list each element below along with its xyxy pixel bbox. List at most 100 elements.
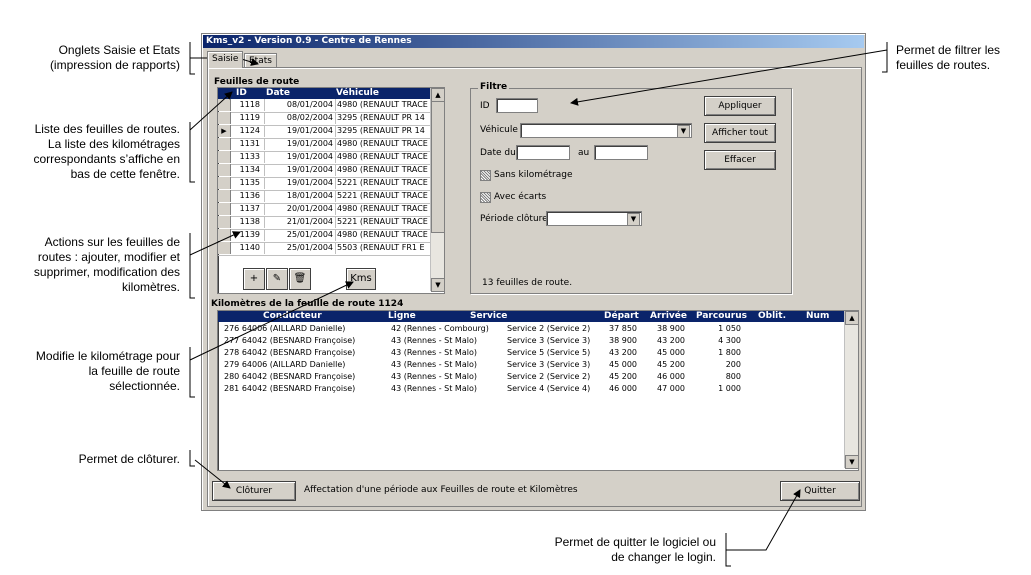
row-selector[interactable] — [218, 99, 231, 111]
afficher-tout-button[interactable]: Afficher tout — [704, 123, 776, 143]
callout-line: supprimer, modification des — [33, 265, 180, 279]
cloturer-button[interactable]: Clôturer — [212, 481, 296, 501]
feuilles-list[interactable]: ID Date Véhicule 1118 08/01/2004 4980 (REN… — [217, 87, 445, 294]
callout-line: kilomètres. — [121, 280, 180, 294]
row-selector[interactable] — [218, 164, 231, 176]
scroll-up-icon[interactable]: ▲ — [845, 311, 859, 325]
table-row[interactable]: 281 64042 (BESNARD Françoise) 43 (Rennes … — [221, 383, 841, 394]
table-row[interactable]: 276 64006 (AILLARD Danielle) 42 (Rennes -… — [221, 323, 841, 334]
appliquer-button[interactable]: Appliquer — [704, 96, 776, 116]
table-row[interactable]: 1139 25/01/2004 4980 (RENAULT TRACE — [218, 229, 430, 243]
cell-parcourus: 1 800 — [718, 348, 741, 357]
row-selector[interactable] — [218, 138, 231, 150]
callout-line: sélectionnée. — [109, 379, 180, 393]
cell-date: 18/01/2004 — [264, 190, 335, 202]
callout-line: routes : ajouter, modifier et — [37, 250, 180, 264]
cell-service: Service 2 (Service 2) — [507, 324, 591, 333]
row-selector[interactable]: ▶ — [218, 125, 231, 137]
table-row[interactable]: 1119 08/02/2004 3295 (RENAULT PR 14 — [218, 112, 430, 126]
table-row[interactable]: 1133 19/01/2004 4980 (RENAULT TRACE — [218, 151, 430, 165]
km-list[interactable]: Conducteur Ligne Service Départ Arrivée … — [217, 310, 859, 471]
callout-line: feuilles de routes. — [896, 58, 991, 72]
table-row[interactable]: 1136 18/01/2004 5221 (RENAULT TRACE — [218, 190, 430, 204]
row-selector[interactable] — [218, 112, 231, 124]
effacer-button[interactable]: Effacer — [704, 150, 776, 170]
cell-parcourus: 1 050 — [718, 324, 741, 333]
feuilles-scrollbar[interactable]: ▲ ▼ — [430, 88, 445, 292]
table-row[interactable]: 277 64042 (BESNARD Françoise) 43 (Rennes … — [221, 335, 841, 346]
cell-ligne: 43 (Rennes - St Malo) — [391, 372, 477, 381]
callout-cloturer: Permet de clôturer. — [0, 452, 180, 467]
row-selector[interactable] — [218, 177, 231, 189]
cell-date: 19/01/2004 — [264, 151, 335, 163]
scroll-down-icon[interactable]: ▼ — [431, 278, 445, 292]
date-au-input[interactable] — [594, 145, 648, 160]
cell-date: 08/01/2004 — [264, 99, 335, 111]
col-depart: Départ — [604, 311, 639, 321]
avec-ecarts-checkbox[interactable] — [480, 192, 491, 203]
cell-id: 1137 — [239, 204, 260, 213]
table-row[interactable]: 1140 25/01/2004 5503 (RENAULT FR1 E — [218, 242, 430, 256]
periode-select[interactable]: ▼ — [546, 211, 642, 226]
scroll-down-icon[interactable]: ▼ — [845, 455, 859, 469]
sans-km-checkbox[interactable] — [480, 170, 491, 181]
vehicule-select[interactable]: ▼ — [520, 123, 692, 138]
row-selector[interactable] — [218, 151, 231, 163]
cell-depart: 46 000 — [609, 384, 637, 393]
row-selector[interactable] — [218, 229, 231, 241]
cell-arrivee: 45 000 — [657, 348, 685, 357]
delete-feuille-button[interactable]: 🗑 — [289, 268, 311, 290]
add-feuille-button[interactable]: + — [243, 268, 265, 290]
callout-line: Permet de filtrer les — [896, 43, 1001, 57]
feuilles-title: Feuilles de route — [214, 77, 300, 87]
table-row[interactable]: 279 64006 (AILLARD Danielle) 43 (Rennes -… — [221, 359, 841, 370]
table-row[interactable]: 1118 08/01/2004 4980 (RENAULT TRACE — [218, 99, 430, 113]
table-row[interactable]: 1135 19/01/2004 5221 (RENAULT TRACE — [218, 177, 430, 191]
chevron-down-icon[interactable]: ▼ — [627, 213, 640, 226]
km-scrollbar[interactable]: ▲ ▼ — [844, 311, 859, 469]
callout-line: de changer le login. — [611, 550, 716, 564]
cell-vehicule: 5221 (RENAULT TRACE — [335, 190, 432, 202]
km-header: Conducteur Ligne Service Départ Arrivée … — [218, 311, 844, 332]
cell-ligne: 43 (Rennes - St Malo) — [391, 384, 477, 393]
table-row[interactable]: 1137 20/01/2004 4980 (RENAULT TRACE — [218, 203, 430, 217]
km-title: Kilomètres de la feuille de route 1124 — [211, 299, 404, 309]
date-du-input[interactable] — [516, 145, 570, 160]
tab-saisie[interactable]: Saisie — [207, 51, 244, 68]
filtre-group — [470, 88, 792, 294]
row-selector[interactable] — [218, 190, 231, 202]
row-selector[interactable] — [218, 216, 231, 228]
scroll-up-icon[interactable]: ▲ — [431, 88, 445, 102]
table-row[interactable]: 280 64042 (BESNARD Françoise) 43 (Rennes … — [221, 371, 841, 382]
table-row[interactable]: 1134 19/01/2004 4980 (RENAULT TRACE — [218, 164, 430, 178]
table-row[interactable]: 1131 19/01/2004 4980 (RENAULT TRACE — [218, 138, 430, 152]
scroll-thumb[interactable] — [431, 101, 445, 233]
cell-service: Service 5 (Service 5) — [507, 348, 591, 357]
cell-id: 1119 — [239, 113, 260, 122]
tab-etats[interactable]: Etats — [244, 53, 277, 68]
cell-ligne: 42 (Rennes - Combourg) — [391, 324, 489, 333]
table-row[interactable]: ▶ 1124 19/01/2004 3295 (RENAULT PR 14 — [218, 125, 430, 139]
kms-button[interactable]: Kms — [346, 268, 376, 290]
cell-depart: 43 200 — [609, 348, 637, 357]
id-input[interactable] — [496, 98, 538, 113]
table-row[interactable]: 1138 21/01/2004 5221 (RENAULT TRACE — [218, 216, 430, 230]
edit-feuille-button[interactable]: ✎ — [266, 268, 288, 290]
callout-actions: Actions sur les feuilles de routes : ajo… — [0, 235, 180, 295]
cell-date: 21/01/2004 — [264, 216, 335, 228]
cell-service: Service 2 (Service 2) — [507, 372, 591, 381]
callout-onglets: Onglets Saisie et Etats (impression de r… — [20, 43, 180, 73]
table-row[interactable]: 278 64042 (BESNARD Françoise) 43 (Rennes … — [221, 347, 841, 358]
callout-filtrer: Permet de filtrer les feuilles de routes… — [896, 43, 1026, 73]
cell-id: 1138 — [239, 217, 260, 226]
col-parcourus: Parcourus — [696, 311, 747, 321]
cell-date: 19/01/2004 — [264, 125, 335, 137]
cell-id: 1118 — [239, 100, 260, 109]
cell-vehicule: 3295 (RENAULT PR 14 — [335, 112, 432, 124]
callout-line: La liste des kilométrages — [47, 137, 180, 151]
quitter-button[interactable]: Quitter — [780, 481, 860, 501]
cell-date: 20/01/2004 — [264, 203, 335, 215]
row-selector[interactable] — [218, 203, 231, 215]
row-selector[interactable] — [218, 242, 231, 254]
chevron-down-icon[interactable]: ▼ — [677, 125, 690, 138]
